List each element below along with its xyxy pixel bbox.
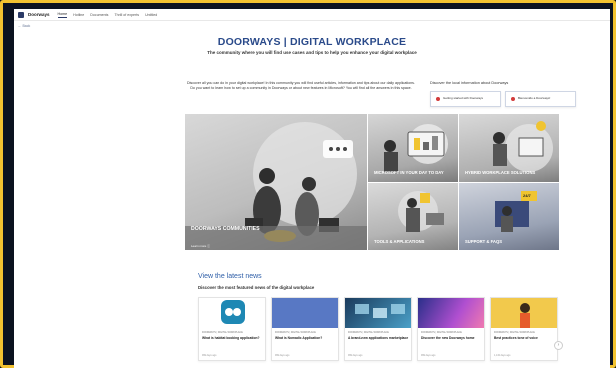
tile-label: HYBRID WORKPLACE SOLUTIONS (465, 170, 536, 175)
site-name[interactable]: Doorways (28, 12, 50, 17)
news-card-time: 999 days ago (348, 354, 363, 357)
carousel-next-icon[interactable]: › (554, 341, 563, 350)
marketplace-graphic (355, 304, 405, 318)
tile-label: TOOLS & APPLICATIONS (374, 239, 425, 244)
local-info-links: Getting started with Doorways Bienvenido… (430, 91, 576, 107)
nav-item-documents[interactable]: Documents (90, 12, 108, 18)
news-card-image (345, 298, 411, 328)
local-info-heading: Discover the local information about Doo… (430, 81, 509, 85)
news-card-title: Best practices tone of voice (494, 336, 538, 340)
news-card-image (272, 298, 338, 328)
doorways-marker-icon (511, 97, 515, 101)
tile-label: DOORWAYS COMMUNITIES (191, 226, 260, 232)
page-title: DOORWAYS | DIGITAL WORKPLACE (217, 36, 407, 48)
support-badge: 24/7 (523, 193, 531, 198)
tile-label: MICROSOFT IN YOUR DAY TO DAY (374, 170, 444, 175)
news-card[interactable]: DOORWAYS | DIGITAL WORKPLACE Best practi… (490, 297, 558, 361)
tile-tools-applications[interactable]: TOOLS & APPLICATIONS (368, 183, 458, 250)
back-link[interactable]: ← Back (18, 24, 30, 28)
news-card-category: DOORWAYS | DIGITAL WORKPLACE (421, 331, 462, 334)
tile-microsoft-day-to-day[interactable]: MICROSOFT IN YOUR DAY TO DAY (368, 114, 458, 182)
top-navigation: Doorways Home Hotline Documents Thrill o… (14, 9, 610, 21)
tile-support-faqs[interactable]: 24/7 SUPPORT & FAQs (459, 183, 559, 250)
news-card-title: What is Nomadic Application? (275, 336, 323, 340)
news-card-category: DOORWAYS | DIGITAL WORKPLACE (275, 331, 316, 334)
nav-item-home[interactable]: Home (57, 11, 68, 18)
doorways-marker-icon (436, 97, 440, 101)
nav-item-experts[interactable]: Thrill of experts (114, 12, 139, 18)
news-card-title: A brand-new applications marketplace (348, 336, 409, 340)
news-card-time: 999 days ago (421, 354, 436, 357)
news-heading[interactable]: View the latest news (198, 273, 262, 280)
news-carousel: DOORWAYS | DIGITAL WORKPLACE What is hab… (198, 297, 558, 361)
local-link-label: Bienvenido a Doorways! (518, 96, 551, 101)
news-card[interactable]: DOORWAYS | DIGITAL WORKPLACE What is Nom… (271, 297, 339, 361)
tile-doorways-communities[interactable]: DOORWAYS COMMUNITIES Learn more ⓘ (185, 114, 367, 250)
news-card[interactable]: DOORWAYS | DIGITAL WORKPLACE Discover th… (417, 297, 485, 361)
news-subheading: Discover the most featured news of the d… (198, 285, 315, 290)
news-card-time: 1,132 days ago (494, 354, 511, 357)
news-card[interactable]: DOORWAYS | DIGITAL WORKPLACE A brand-new… (344, 297, 412, 361)
news-card-time: 999 days ago (275, 354, 290, 357)
news-card-category: DOORWAYS | DIGITAL WORKPLACE (202, 331, 243, 334)
local-link-getting-started[interactable]: Getting started with Doorways (430, 91, 501, 107)
news-card-category: DOORWAYS | DIGITAL WORKPLACE (348, 331, 389, 334)
local-link-bienvenido[interactable]: Bienvenido a Doorways! (505, 91, 576, 107)
news-card-category: DOORWAYS | DIGITAL WORKPLACE (494, 331, 535, 334)
news-card-title: Discover the new Doorways home (421, 336, 475, 340)
news-card[interactable]: DOORWAYS | DIGITAL WORKPLACE What is hab… (198, 297, 266, 361)
tone-of-voice-graphic (520, 303, 530, 328)
tile-label: SUPPORT & FAQs (465, 239, 502, 244)
nav-item-untitled[interactable]: Untitled (145, 12, 157, 18)
news-card-image (199, 298, 265, 328)
nav-item-hotline[interactable]: Hotline (73, 12, 84, 18)
doorways-logo-icon (18, 11, 24, 18)
browser-viewport: Doorways Home Hotline Documents Thrill o… (14, 9, 610, 368)
news-card-image (418, 298, 484, 328)
habitat-app-icon (221, 300, 245, 324)
learn-more-link[interactable]: Learn more ⓘ (191, 244, 210, 248)
news-card-image (491, 298, 557, 328)
news-card-time: 999 days ago (202, 354, 217, 357)
news-card-title: What is habitat booking application? (202, 336, 260, 340)
local-link-label: Getting started with Doorways (443, 96, 484, 101)
hero-mosaic: DOORWAYS COMMUNITIES Learn more ⓘ MICROS… (185, 114, 559, 250)
page-subtitle: The community where you will find use ca… (207, 50, 417, 55)
tile-hybrid-workplace[interactable]: HYBRID WORKPLACE SOLUTIONS (459, 114, 559, 182)
intro-text: Discover all you can do in your digital … (187, 81, 415, 90)
